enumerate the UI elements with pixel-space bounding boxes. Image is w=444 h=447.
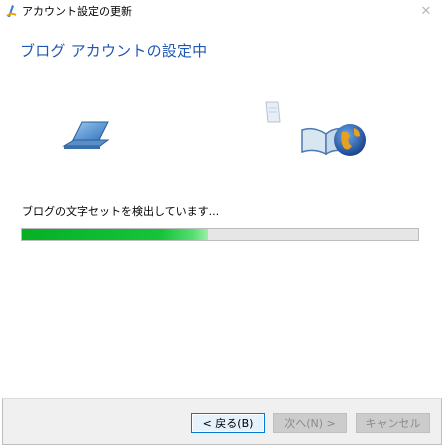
close-icon: ✕ — [420, 3, 432, 19]
writer-app-icon — [6, 5, 17, 17]
page-title: ブログ アカウントの設定中 — [20, 42, 208, 60]
next-button[interactable]: 次へ(N) > — [273, 413, 347, 433]
button-bar: < 戻る(B) 次へ(N) > キャンセル — [2, 398, 442, 445]
progress-bar — [21, 228, 419, 241]
document-icon — [265, 101, 281, 123]
laptop-icon — [62, 121, 110, 149]
close-button[interactable]: ✕ — [418, 3, 434, 19]
window-title: アカウント設定の更新 — [22, 5, 132, 18]
book-globe-icon — [301, 124, 366, 156]
cancel-button[interactable]: キャンセル — [356, 413, 430, 433]
back-button[interactable]: < 戻る(B) — [191, 413, 265, 433]
title-bar: アカウント設定の更新 ✕ — [0, 0, 444, 22]
status-text: ブログの文字セットを検出しています... — [22, 205, 220, 218]
progress-fill — [22, 229, 209, 240]
